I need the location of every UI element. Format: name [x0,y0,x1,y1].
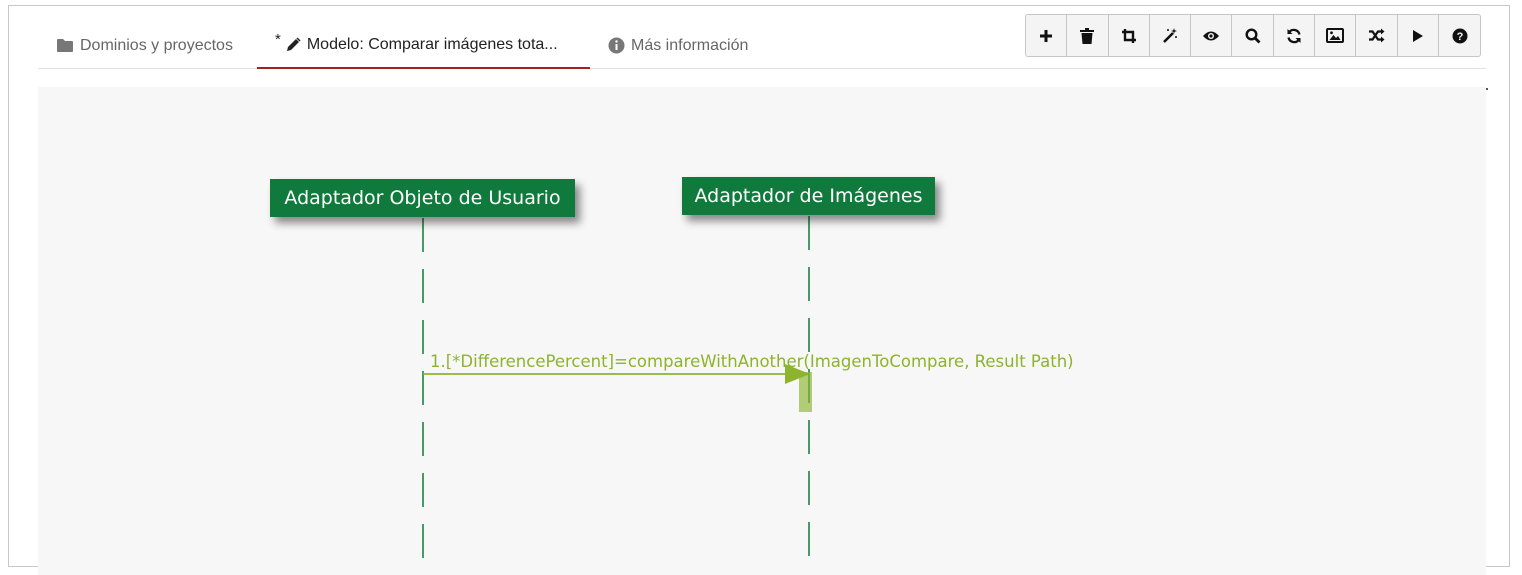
sequence-diagram [422,216,812,567]
lifeline-header-image-adapter[interactable]: Adaptador de Imágenes [682,177,935,215]
message-label[interactable]: 1.[*DifferencePercent]=compareWithAnothe… [430,352,1074,371]
activation-bar[interactable] [799,372,812,412]
lifeline-header-user-adapter[interactable]: Adaptador Objeto de Usuario [270,179,575,217]
